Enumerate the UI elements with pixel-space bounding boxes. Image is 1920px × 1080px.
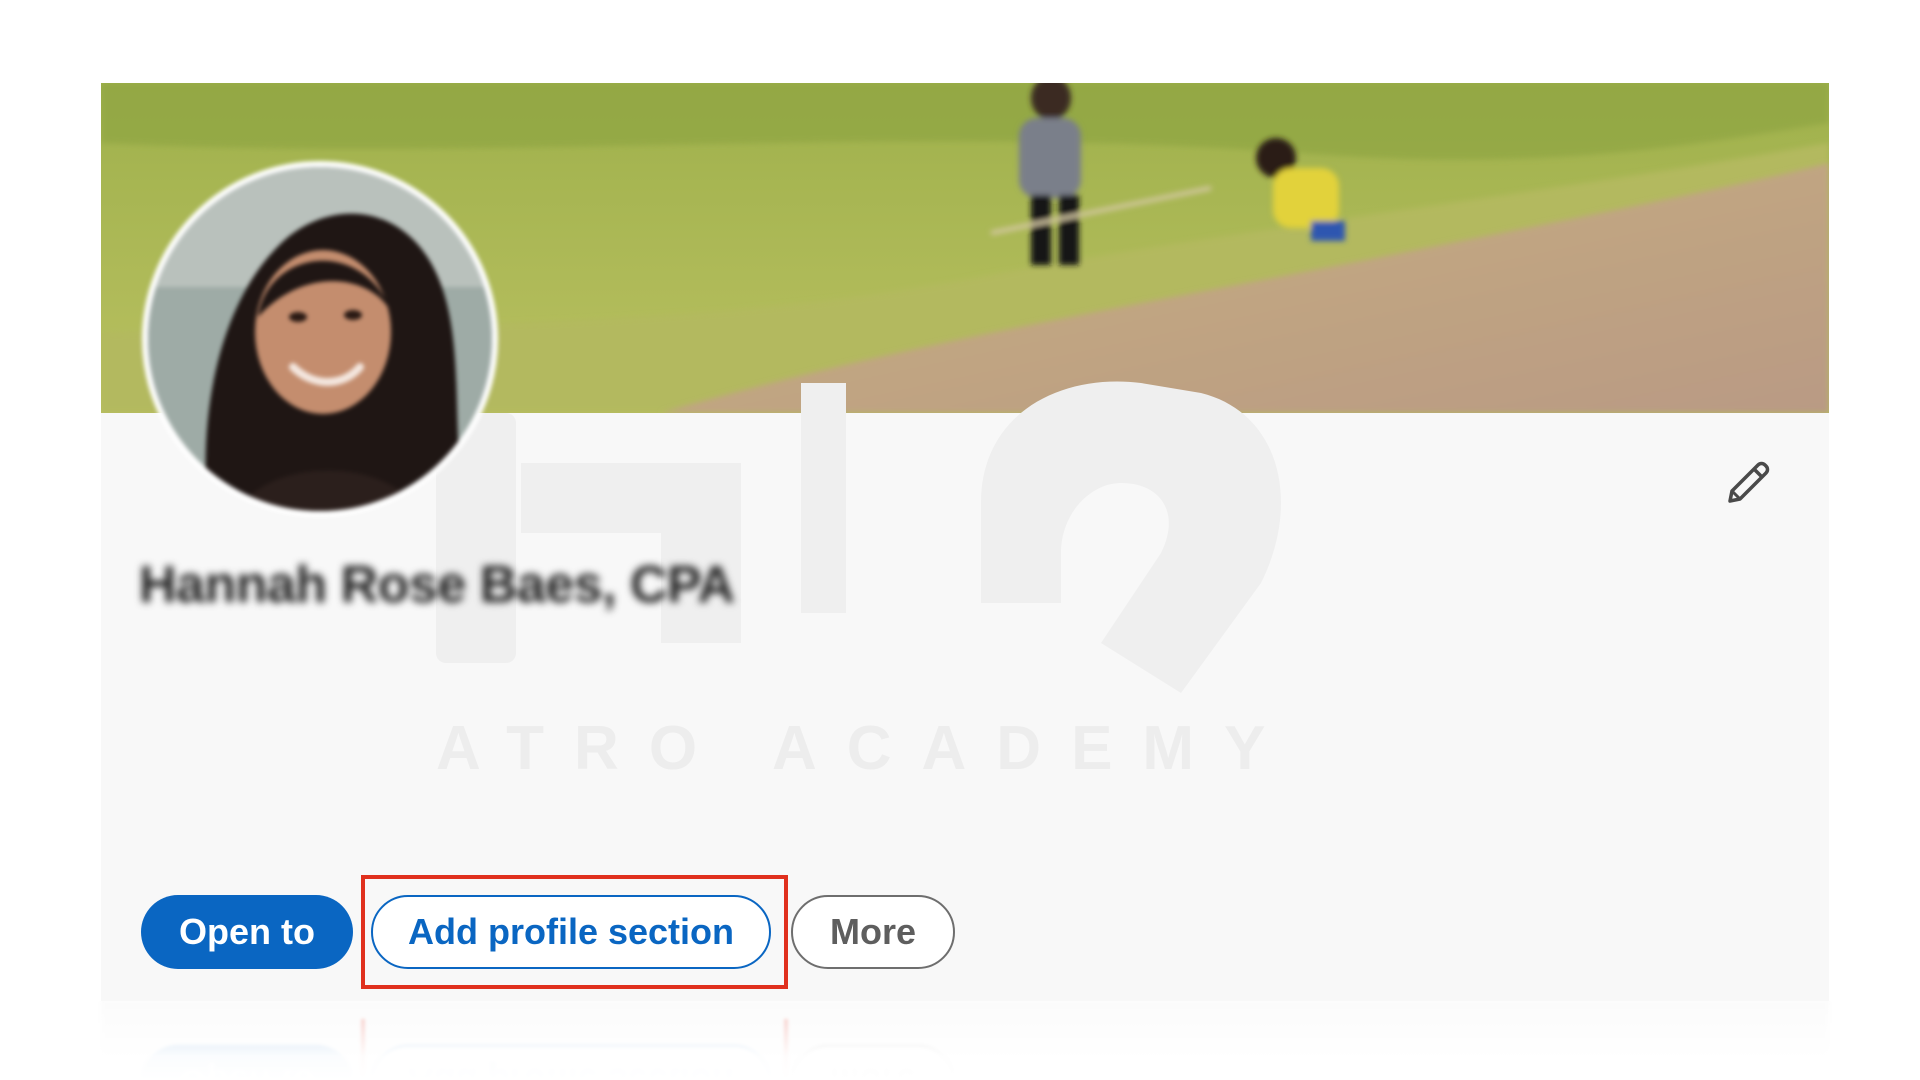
edit-intro-button[interactable]	[1718, 453, 1778, 513]
reflection-fade	[0, 1001, 1920, 1080]
reflection: Open to Add profile section More	[0, 1001, 1920, 1080]
watermark-text: ATRO ACADEMY	[436, 714, 1296, 783]
reflection-card	[101, 1001, 1829, 1080]
profile-name: Hannah Rose Baes, CPA	[139, 556, 735, 614]
avatar[interactable]	[142, 161, 498, 517]
open-to-button[interactable]: Open to	[141, 895, 353, 969]
pencil-icon	[1728, 461, 1770, 503]
reflection-content: Open to Add profile section More	[0, 1001, 1920, 1080]
reflection-highlight	[361, 1019, 788, 1080]
add-profile-section-button[interactable]: Add profile section	[371, 895, 771, 969]
reflection-add-section: Add profile section	[371, 1045, 771, 1080]
reflection-open-to: Open to	[141, 1045, 353, 1080]
reflection-more: More	[791, 1045, 955, 1080]
more-button[interactable]: More	[791, 895, 955, 969]
page: ATRO ACADEMY Hannah Rose Baes, CPA Open …	[0, 0, 1920, 1080]
